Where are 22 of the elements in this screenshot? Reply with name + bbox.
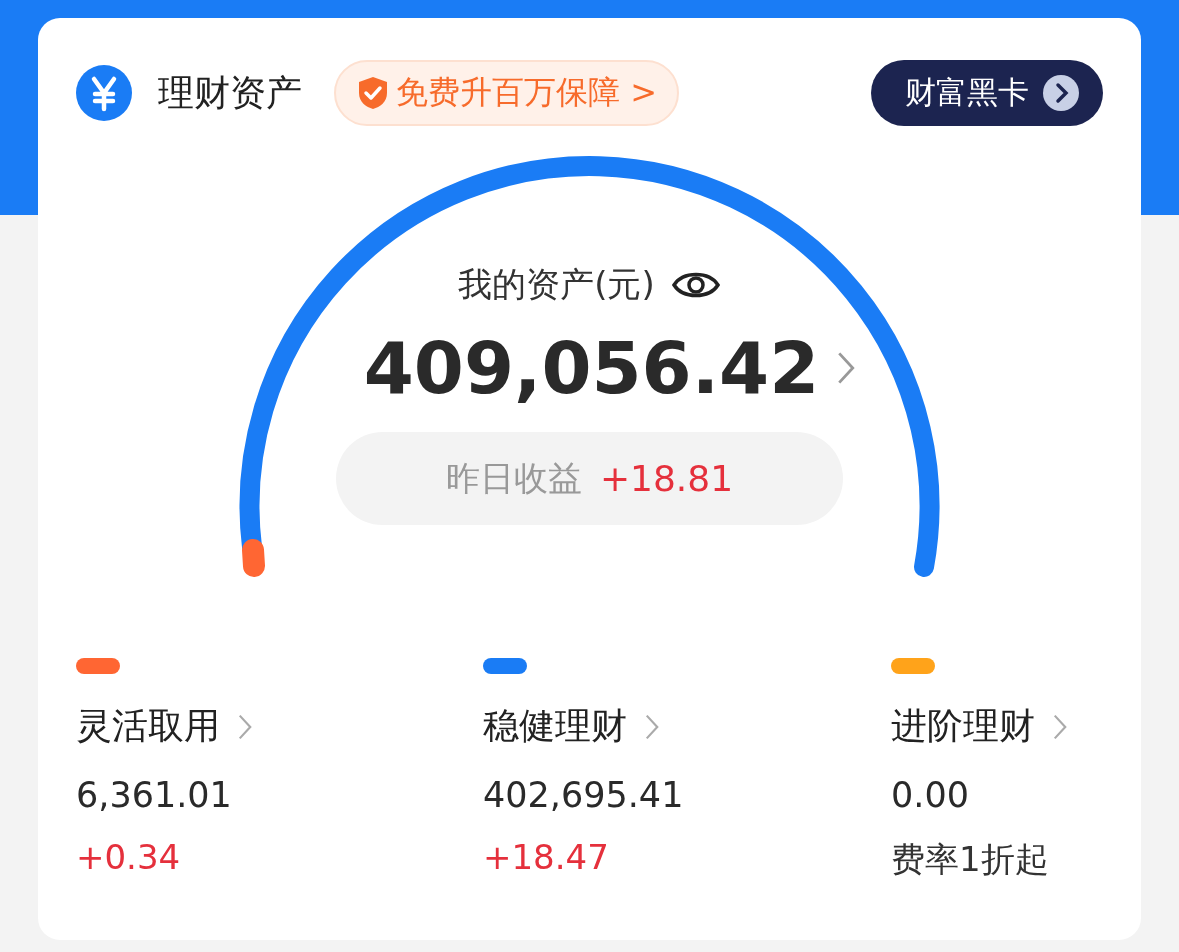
category-amount: 402,695.41 bbox=[483, 775, 684, 815]
chevron-icon bbox=[238, 712, 252, 741]
category-amount: 0.00 bbox=[891, 775, 969, 815]
category-subtext: 费率1折起 bbox=[891, 838, 1049, 881]
yesterday-income-value: +18.81 bbox=[599, 458, 734, 499]
category-title[interactable]: 进阶理财 bbox=[891, 702, 1035, 751]
section-title: 理财资产 bbox=[158, 70, 302, 115]
yen-icon bbox=[76, 65, 132, 121]
category-subtext: +18.47 bbox=[483, 837, 609, 877]
category-amount: 6,361.01 bbox=[76, 775, 232, 815]
total-amount[interactable]: 409,056.42 bbox=[363, 326, 820, 410]
chevron-icon bbox=[837, 351, 856, 385]
category-title[interactable]: 稳健理财 bbox=[483, 702, 627, 751]
yesterday-income-label: 昨日收益 bbox=[445, 456, 582, 500]
chevron-icon bbox=[1043, 75, 1079, 111]
category-title[interactable]: 灵活取用 bbox=[76, 702, 220, 751]
category-subtext: +0.34 bbox=[76, 837, 181, 877]
wealth-card-button[interactable]: 财富黑卡 bbox=[871, 60, 1103, 126]
chevron-icon bbox=[1053, 712, 1067, 741]
chevron-icon bbox=[645, 712, 659, 741]
assets-label: 我的资产(元) bbox=[458, 263, 655, 306]
shield-icon bbox=[358, 76, 388, 110]
